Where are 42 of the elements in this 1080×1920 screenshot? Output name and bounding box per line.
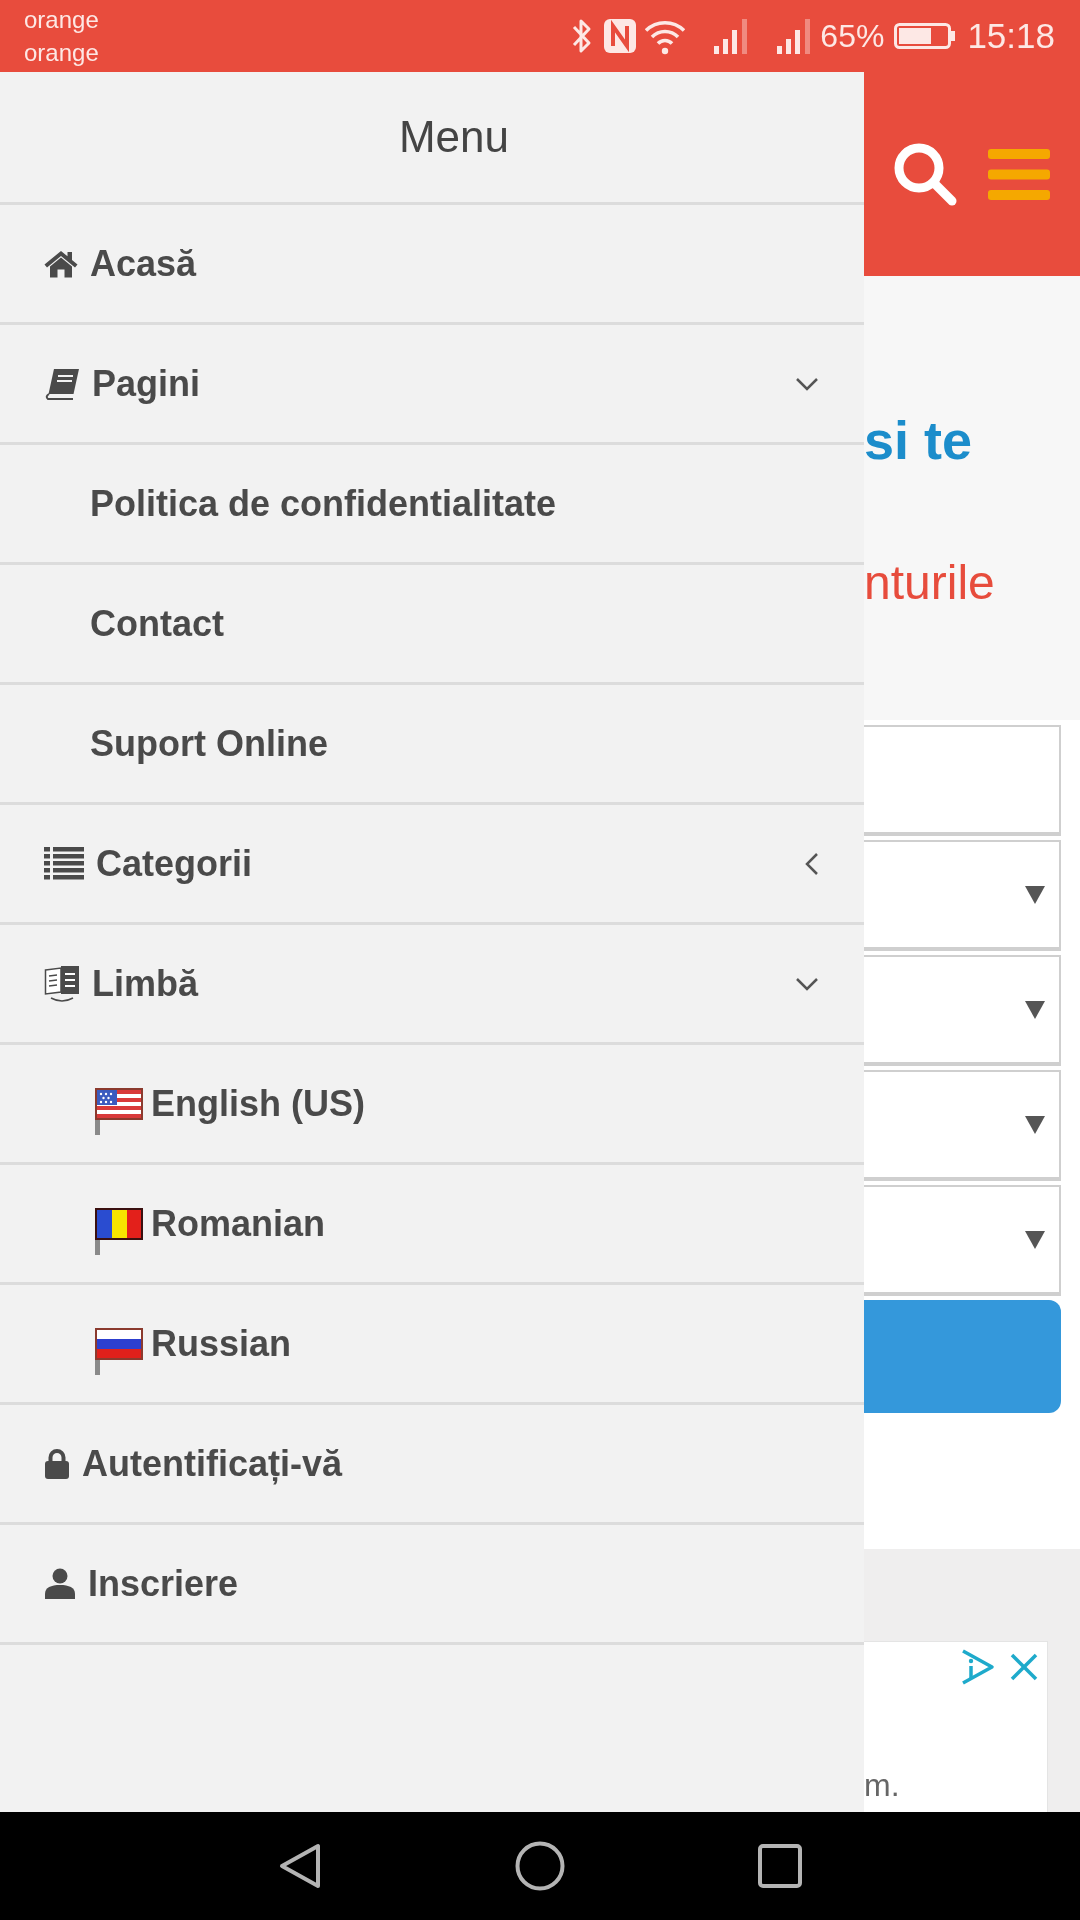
form-button[interactable] [864, 1300, 1061, 1413]
list-icon [44, 847, 84, 880]
text-field[interactable] [864, 725, 1061, 836]
menu-title: Menu [398, 111, 510, 163]
ad-info-icon[interactable] [959, 1648, 995, 1686]
battery-icon [894, 23, 957, 49]
flag-icon [95, 1327, 143, 1375]
flag-icon [95, 1087, 143, 1135]
nav-back-icon[interactable] [278, 1843, 322, 1889]
flag-icon [95, 1207, 143, 1255]
caret-down-icon [1025, 885, 1045, 904]
language-option[interactable]: English (US) [0, 1045, 864, 1165]
clock-time: 15:18 [967, 16, 1055, 56]
battery-percentage: 65% [820, 18, 885, 54]
menu-icon[interactable] [988, 148, 1050, 200]
select-field[interactable] [864, 1070, 1061, 1181]
caret-down-icon [1025, 1115, 1045, 1134]
select-field[interactable] [864, 1185, 1061, 1296]
lock-icon [44, 1447, 70, 1480]
carrier-name: orange [24, 38, 99, 68]
close-icon[interactable] [1010, 1653, 1038, 1681]
caret-down-icon [1025, 1230, 1045, 1249]
menu-item[interactable]: Categorii [0, 805, 864, 925]
language-option[interactable]: Romanian [0, 1165, 864, 1285]
nav-home-icon[interactable] [515, 1841, 565, 1891]
carrier-name: orange [24, 5, 99, 35]
nav-recents-icon[interactable] [758, 1844, 802, 1888]
home-icon [44, 249, 78, 278]
select-field[interactable] [864, 840, 1061, 951]
user-icon [44, 1567, 76, 1600]
language-option[interactable]: Russian [0, 1285, 864, 1405]
book-icon [44, 367, 80, 400]
caret-down-icon [1025, 1000, 1045, 1019]
translate-icon [44, 964, 80, 1003]
ad-text: m. [864, 1769, 900, 1801]
menu-item[interactable]: Limbă [0, 925, 864, 1045]
select-field[interactable] [864, 955, 1061, 1066]
heading-text: si te [864, 413, 973, 467]
subheading-text: nturile [864, 559, 995, 607]
nfc-icon [603, 17, 638, 55]
search-icon[interactable] [892, 141, 958, 207]
menu-item[interactable]: Pagini [0, 325, 864, 445]
